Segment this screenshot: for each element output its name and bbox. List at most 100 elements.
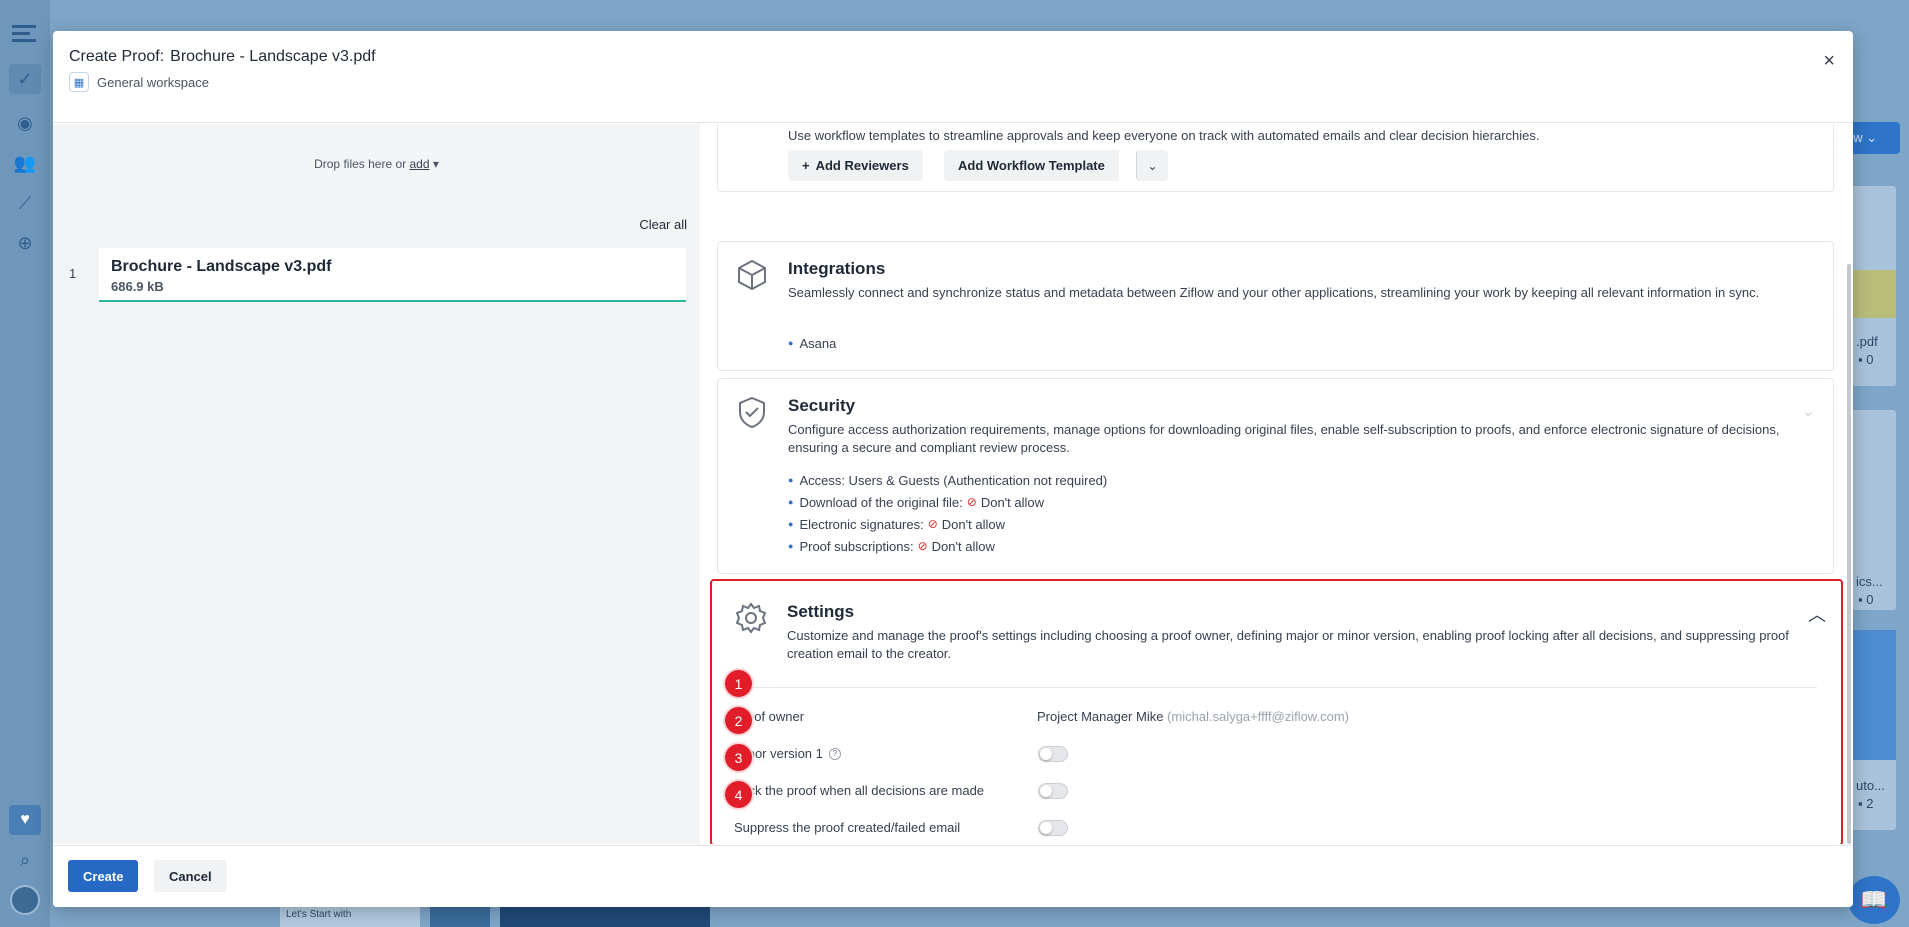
chevron-down-icon[interactable]: ⌄ bbox=[1136, 150, 1168, 181]
suppress-email-label: Suppress the proof created/failed email bbox=[734, 820, 961, 835]
search-icon[interactable]: ⌕ bbox=[12, 849, 38, 871]
minor-version-toggle[interactable] bbox=[1038, 746, 1068, 762]
proof-owner-value[interactable]: Project Manager Mike (michal.salyga+ffff… bbox=[1037, 709, 1349, 724]
drop-zone[interactable]: Drop files here or add ▾ bbox=[53, 157, 700, 171]
annotation-badge-3: 3 bbox=[725, 744, 752, 771]
esign-label: Electronic signatures: bbox=[799, 516, 924, 532]
avatar[interactable] bbox=[10, 885, 40, 915]
owner-email: (michal.salyga+ffff@ziflow.com) bbox=[1167, 709, 1349, 724]
close-icon[interactable]: × bbox=[1823, 51, 1835, 71]
shield-check-icon bbox=[739, 396, 765, 429]
bg-card-2[interactable]: ics... ▪ 0 bbox=[1852, 410, 1896, 610]
analytics-icon[interactable]: ⟋ bbox=[12, 192, 38, 214]
file-name: Brochure - Landscape v3.pdf bbox=[111, 258, 332, 275]
upload-pane: Drop files here or add ▾ Clear all 1 Bro… bbox=[53, 124, 700, 844]
divider bbox=[734, 687, 1817, 688]
security-list: Access: Users & Guests (Authentication n… bbox=[788, 469, 1107, 557]
workflow-description: Use workflow templates to streamline app… bbox=[788, 128, 1540, 143]
owner-name: Project Manager Mike bbox=[1037, 709, 1164, 724]
lock-proof-toggle[interactable] bbox=[1038, 783, 1068, 799]
chevron-down-icon[interactable]: ⌄ bbox=[1802, 401, 1815, 421]
add-workflow-template-button[interactable]: Add Workflow Template bbox=[944, 150, 1119, 181]
download-label: Download of the original file: bbox=[799, 494, 963, 510]
thumbnail bbox=[500, 905, 710, 927]
chevron-up-icon[interactable]: ︿ bbox=[1808, 601, 1826, 627]
comment-count-value: 0 bbox=[1866, 352, 1874, 367]
workspace-icon: ▦ bbox=[69, 72, 89, 92]
proofs-check-icon[interactable]: ✓ bbox=[9, 64, 41, 94]
modal-title-prefix: Create Proof: bbox=[69, 48, 165, 65]
thumbnail bbox=[1852, 630, 1896, 760]
modal-header: Create Proof: Brochure - Landscape v3.pd… bbox=[53, 31, 1853, 123]
book-icon[interactable]: 📖 bbox=[1848, 876, 1900, 924]
help-icon[interactable]: ? bbox=[828, 747, 841, 760]
add-reviewers-button[interactable]: + Add Reviewers bbox=[788, 150, 923, 181]
add-circle-icon[interactable]: ⊕ bbox=[12, 232, 38, 254]
annotation-badge-1: 1 bbox=[725, 670, 752, 697]
add-link[interactable]: add bbox=[409, 157, 429, 171]
clear-all-button[interactable]: Clear all bbox=[639, 217, 687, 232]
prohibited-icon: ⊘ bbox=[927, 517, 938, 531]
access-text: Access: Users & Guests (Authentication n… bbox=[799, 472, 1108, 488]
integrations-section[interactable]: Integrations Seamlessly connect and sync… bbox=[717, 241, 1834, 371]
heart-icon[interactable]: ♥ bbox=[9, 805, 41, 835]
workspace-label: ▦ General workspace bbox=[69, 72, 1837, 92]
create-button[interactable]: Create bbox=[68, 860, 139, 892]
scrollbar[interactable] bbox=[1847, 264, 1851, 844]
settings-description: Customize and manage the proof's setting… bbox=[787, 628, 1789, 661]
list-item: Download of the original file:⊘Don't all… bbox=[788, 491, 1107, 513]
gear-icon bbox=[735, 602, 767, 634]
comment-count: ▪ 0 bbox=[1858, 592, 1874, 607]
thumbnail bbox=[1852, 270, 1896, 318]
card-name: uto... bbox=[1856, 778, 1885, 793]
comment-count-value: 2 bbox=[1866, 796, 1874, 811]
integrations-description: Seamlessly connect and synchronize statu… bbox=[788, 285, 1760, 300]
create-proof-modal: Create Proof: Brochure - Landscape v3.pd… bbox=[53, 31, 1853, 907]
list-item: Electronic signatures:⊘Don't allow bbox=[788, 513, 1107, 535]
menu-logo-icon[interactable] bbox=[12, 24, 38, 46]
file-card[interactable]: Brochure - Landscape v3.pdf 686.9 kB bbox=[99, 248, 686, 302]
eye-icon[interactable]: ◉ bbox=[12, 112, 38, 134]
comment-count: ▪ 0 bbox=[1858, 352, 1874, 367]
workspace-name: General workspace bbox=[97, 74, 209, 90]
annotation-badge-4: 4 bbox=[725, 781, 752, 808]
bg-card-1[interactable]: .pdf ▪ 0 bbox=[1852, 186, 1896, 386]
suppress-email-toggle[interactable] bbox=[1038, 820, 1068, 836]
security-title: Security bbox=[788, 396, 856, 415]
users-icon[interactable]: 👥 bbox=[12, 152, 38, 174]
prohibited-icon: ⊘ bbox=[917, 539, 928, 553]
workflow-section: Use workflow templates to streamline app… bbox=[717, 124, 1834, 192]
caret-down-icon[interactable]: ▾ bbox=[433, 157, 439, 171]
modal-title: Create Proof: Brochure - Landscape v3.pd… bbox=[69, 48, 1837, 66]
card-name: .pdf bbox=[1856, 334, 1878, 349]
comment-count: ▪ 2 bbox=[1858, 796, 1874, 811]
cube-icon bbox=[738, 259, 766, 291]
download-value: Don't allow bbox=[980, 494, 1045, 510]
add-reviewers-label: Add Reviewers bbox=[815, 158, 909, 173]
esign-value: Don't allow bbox=[941, 516, 1005, 532]
bg-thumbnail-strip: Let's Start with bbox=[280, 905, 720, 927]
cancel-button[interactable]: Cancel bbox=[154, 860, 227, 892]
prohibited-icon: ⊘ bbox=[966, 495, 977, 509]
security-section[interactable]: Security Configure access authorization … bbox=[717, 378, 1834, 574]
security-description: Configure access authorization requireme… bbox=[788, 422, 1780, 455]
integrations-title: Integrations bbox=[788, 259, 886, 278]
plus-icon: + bbox=[802, 158, 810, 173]
modal-title-file: Brochure - Landscape v3.pdf bbox=[170, 48, 376, 65]
modal-footer: Create Cancel bbox=[53, 845, 1853, 907]
add-workflow-template-label: Add Workflow Template bbox=[958, 158, 1105, 173]
options-pane: Use workflow templates to streamline app… bbox=[700, 124, 1853, 844]
settings-section: Settings Customize and manage the proof'… bbox=[717, 585, 1834, 836]
list-item: Asana bbox=[788, 332, 836, 354]
subs-label: Proof subscriptions: bbox=[799, 538, 914, 554]
lock-proof-label: Lock the proof when all decisions are ma… bbox=[734, 783, 985, 798]
bg-card-3[interactable]: uto... ▪ 2 bbox=[1852, 630, 1896, 830]
list-item: Proof subscriptions:⊘Don't allow bbox=[788, 535, 1107, 557]
card-name: ics... bbox=[1856, 574, 1883, 589]
file-size: 686.9 kB bbox=[111, 279, 164, 294]
file-index: 1 bbox=[69, 266, 77, 281]
app-sidebar: ✓ ◉ 👥 ⟋ ⊕ ♥ ⌕ bbox=[0, 0, 50, 927]
thumbnail-caption: Let's Start with bbox=[280, 905, 420, 927]
settings-title: Settings bbox=[787, 602, 855, 621]
annotation-badge-2: 2 bbox=[725, 707, 752, 734]
